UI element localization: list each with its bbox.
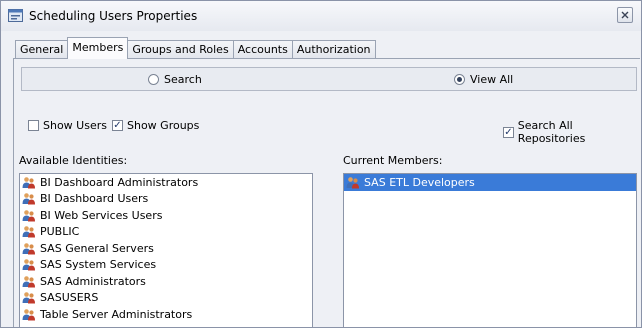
list-item-label: SAS ETL Developers xyxy=(364,175,475,189)
show-users-box[interactable] xyxy=(28,120,39,131)
search-radio-label: Search xyxy=(164,73,202,86)
group-icon xyxy=(22,259,35,271)
tab-authorization[interactable]: Authorization xyxy=(291,40,376,59)
group-icon xyxy=(22,242,35,255)
list-item-label: SASUSERS xyxy=(40,291,99,305)
view-all-radio[interactable]: View All xyxy=(454,73,513,86)
list-item-label: SAS General Servers xyxy=(40,241,154,255)
group-icon xyxy=(22,193,35,205)
list-item[interactable]: SAS System Services xyxy=(20,257,312,274)
group-icon xyxy=(22,176,35,189)
list-item-label: BI Web Services Users xyxy=(40,208,163,222)
search-radio[interactable]: Search xyxy=(148,73,202,86)
list-item[interactable]: SASUSERS xyxy=(20,290,312,307)
list-item[interactable]: SAS General Servers xyxy=(20,240,312,257)
show-groups-checkbox[interactable]: ✓ Show Groups xyxy=(112,119,199,132)
list-item[interactable]: Table Server Administrators xyxy=(20,306,312,323)
current-members-list[interactable]: SAS ETL Developers xyxy=(343,173,637,327)
search-all-repositories-label: Search All Repositories xyxy=(517,119,586,145)
list-item[interactable]: BI Dashboard Users xyxy=(20,191,312,208)
list-item-label: BI Dashboard Administrators xyxy=(40,175,199,189)
close-button[interactable] xyxy=(617,7,633,23)
view-all-radio-label: View All xyxy=(470,73,514,86)
group-icon xyxy=(22,275,35,288)
tab-accounts[interactable]: Accounts xyxy=(232,40,293,59)
search-radio-button[interactable] xyxy=(148,74,159,85)
show-groups-label: Show Groups xyxy=(127,119,200,132)
mode-selector: Search View All xyxy=(21,67,637,91)
search-all-repositories-checkbox[interactable]: ✓ Search All Repositories xyxy=(503,119,641,145)
tab-members[interactable]: Members xyxy=(67,37,129,59)
group-icon xyxy=(346,176,359,189)
list-item-selected[interactable]: SAS ETL Developers xyxy=(344,174,636,191)
close-icon xyxy=(621,11,629,19)
group-icon xyxy=(22,209,35,222)
show-groups-box[interactable]: ✓ xyxy=(112,120,123,131)
current-members-heading: Current Members: xyxy=(343,154,443,167)
tab-strip: General Members Groups and Roles Account… xyxy=(15,37,376,59)
list-item-label: PUBLIC xyxy=(40,225,80,239)
properties-icon xyxy=(8,9,23,22)
window-title: Scheduling Users Properties xyxy=(29,9,198,23)
list-item[interactable]: BI Dashboard Administrators xyxy=(20,174,312,191)
list-item[interactable]: PUBLIC xyxy=(20,224,312,241)
list-item-label: Table Server Administrators xyxy=(40,307,193,321)
tab-general[interactable]: General xyxy=(15,40,69,59)
list-item-label: SAS Administrators xyxy=(40,274,146,288)
search-all-repositories-box[interactable]: ✓ xyxy=(503,126,514,138)
title-bar: Scheduling Users Properties xyxy=(1,1,641,31)
group-icon xyxy=(22,292,35,304)
show-users-label: Show Users xyxy=(43,119,107,132)
group-icon xyxy=(22,308,35,321)
list-item-label: SAS System Services xyxy=(40,258,157,272)
group-icon xyxy=(22,226,35,238)
available-identities-list[interactable]: BI Dashboard Administrators BI Dashboard… xyxy=(19,173,313,327)
list-item[interactable]: BI Web Services Users xyxy=(20,207,312,224)
properties-window: Scheduling Users Properties General Memb… xyxy=(0,0,642,328)
list-item-label: BI Dashboard Users xyxy=(40,192,149,206)
list-item[interactable]: SAS Administrators xyxy=(20,273,312,290)
view-all-radio-button[interactable] xyxy=(454,74,465,85)
available-identities-heading: Available Identities: xyxy=(19,154,128,167)
tab-groups-and-roles[interactable]: Groups and Roles xyxy=(127,40,234,59)
show-users-checkbox[interactable]: Show Users xyxy=(28,119,107,132)
